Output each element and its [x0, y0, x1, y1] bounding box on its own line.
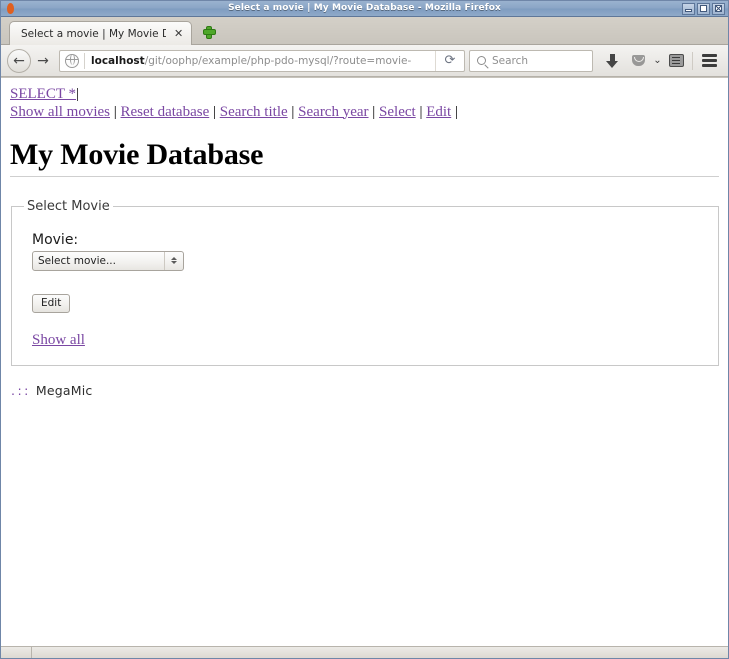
chevron-updown-icon [164, 251, 182, 270]
toolbar-icons: ⌄ [599, 49, 722, 73]
navigation-toolbar: ← → localhost/git/oophp/example/php-pdo-… [1, 45, 728, 77]
browser-window: Select a movie | My Movie Database - Moz… [0, 0, 729, 659]
tab-title: Select a movie | My Movie D... [21, 27, 166, 40]
nav-link-reset-database[interactable]: Reset database [121, 104, 210, 120]
new-tab-button[interactable] [198, 20, 220, 44]
browser-tab[interactable]: Select a movie | My Movie D... ✕ [9, 21, 193, 45]
url-bar[interactable]: localhost/git/oophp/example/php-pdo-mysq… [59, 49, 465, 72]
search-bar[interactable]: Search [469, 49, 593, 72]
movie-label: Movie: [32, 231, 79, 248]
nav-separator: | [372, 103, 376, 120]
nav-separator: | [419, 103, 423, 120]
maximize-button[interactable] [697, 2, 710, 15]
nav-link-select[interactable]: Select [379, 104, 416, 120]
select-movie-fieldset: Select Movie Movie: Select movie... Edit… [11, 198, 719, 366]
nav-link-search-title[interactable]: Search title [220, 104, 288, 120]
status-grip [1, 647, 32, 658]
page-footer: .:: MegaMic [11, 383, 719, 398]
forward-button[interactable]: → [31, 49, 55, 73]
chevron-down-icon[interactable]: ⌄ [651, 49, 663, 73]
page-viewport: SELECT *| Show all movies | Reset databa… [1, 77, 728, 646]
minimize-button[interactable] [682, 2, 695, 15]
nav-line-1: SELECT *| [10, 86, 719, 104]
plus-icon [203, 26, 215, 38]
nav-link-search-year[interactable]: Search year [298, 104, 368, 120]
nav-link-edit[interactable]: Edit [426, 104, 451, 120]
back-button[interactable]: ← [7, 48, 31, 73]
nav-link-show-all-movies[interactable]: Show all movies [10, 104, 110, 120]
arrow-left-icon: ← [13, 52, 25, 69]
nav-line-2: Show all movies | Reset database | Searc… [10, 104, 719, 122]
close-button[interactable] [712, 2, 725, 15]
nav-separator: | [75, 86, 79, 102]
tab-strip: Select a movie | My Movie D... ✕ [1, 17, 728, 45]
reload-icon: ⟳ [444, 53, 456, 68]
url-divider [84, 52, 85, 69]
nav-link-select-star[interactable]: SELECT * [10, 86, 76, 102]
show-all-link[interactable]: Show all [32, 332, 85, 348]
toolbar-divider [692, 51, 693, 70]
footer-dots[interactable]: .:: [11, 383, 31, 398]
url-text: localhost/git/oophp/example/php-pdo-mysq… [91, 55, 435, 67]
fieldset-legend: Select Movie [27, 198, 110, 214]
title-bar: Select a movie | My Movie Database - Moz… [1, 1, 728, 17]
pocket-icon[interactable] [625, 49, 651, 73]
url-host: localhost [91, 54, 145, 67]
edit-submit-button[interactable]: Edit [32, 293, 71, 313]
reload-button[interactable]: ⟳ [435, 50, 464, 71]
close-icon[interactable]: ✕ [174, 28, 183, 39]
movie-select-value: Select movie... [38, 254, 116, 267]
menu-icon[interactable] [696, 49, 722, 73]
nav-separator: | [291, 103, 295, 120]
nav-separator: | [454, 103, 458, 120]
window-controls [682, 2, 726, 15]
nav-separator: | [113, 103, 117, 120]
firefox-icon [4, 2, 17, 15]
show-all-wrapper: Show all [32, 332, 706, 349]
footer-brand: MegaMic [35, 382, 93, 398]
window-title: Select a movie | My Movie Database - Moz… [228, 3, 501, 13]
movie-select[interactable]: Select movie... [32, 250, 184, 271]
nav-separator: | [212, 103, 216, 120]
url-path: /git/oophp/example/php-pdo-mysql/?route=… [144, 54, 412, 67]
chevron-glyph: ⌄ [653, 54, 662, 66]
arrow-right-icon: → [37, 52, 49, 69]
site-navigation: SELECT *| Show all movies | Reset databa… [10, 86, 719, 121]
search-icon [477, 56, 486, 65]
reader-mode-icon[interactable] [663, 49, 689, 73]
page-title: My Movie Database [10, 139, 719, 177]
status-bar [1, 646, 728, 658]
download-icon[interactable] [599, 49, 625, 73]
globe-icon[interactable] [65, 53, 79, 68]
page-content: SELECT *| Show all movies | Reset databa… [1, 78, 728, 398]
search-placeholder: Search [492, 54, 529, 67]
